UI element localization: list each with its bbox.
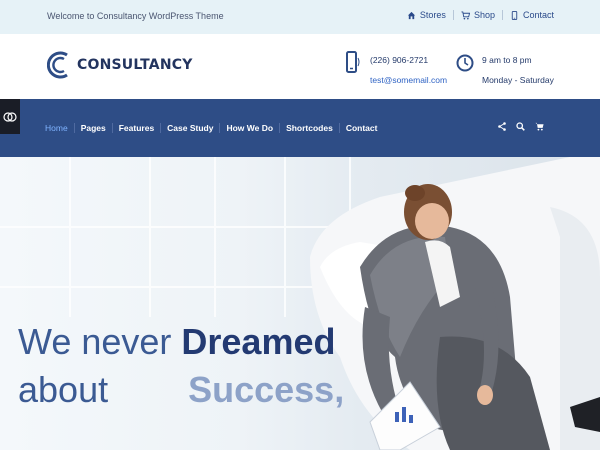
- business-hours: 9 am to 8 pm Monday - Saturday: [456, 50, 554, 90]
- nav-item-home[interactable]: Home: [45, 123, 75, 133]
- headline-thin-1: We never: [18, 321, 182, 362]
- contact-label: Contact: [522, 10, 554, 20]
- nav-menu: Home Pages Features Case Study How We Do…: [45, 123, 383, 133]
- hero-photo-businesswoman: [310, 157, 600, 450]
- contact-info: (226) 906-2721 test@somemail.com: [346, 50, 447, 90]
- headline-bold-2: Success,: [188, 369, 345, 410]
- phone-number[interactable]: (226) 906-2721: [370, 50, 447, 70]
- cart-icon: [461, 10, 470, 19]
- contact-link[interactable]: Contact: [510, 10, 554, 20]
- welcome-text: Welcome to Consultancy WordPress Theme: [47, 11, 224, 21]
- email-link[interactable]: test@somemail.com: [370, 70, 447, 90]
- headline-thin-2: about: [18, 369, 109, 410]
- site-header: CONSULTANCY (226) 906-2721 test@somemail…: [0, 34, 600, 99]
- nav-item-features[interactable]: Features: [113, 123, 162, 133]
- shop-link[interactable]: Shop: [461, 10, 495, 20]
- hero-headline: We never Dreamed about Success,: [18, 322, 344, 410]
- side-panel-toggle[interactable]: [0, 99, 20, 134]
- nav-item-case-study[interactable]: Case Study: [161, 123, 221, 133]
- top-links: Stores Shop Contact: [407, 10, 554, 20]
- phone-icon: [511, 10, 518, 20]
- hours-text: 9 am to 8 pm: [482, 55, 532, 65]
- hero-banner: We never Dreamed about Success,: [0, 157, 600, 450]
- search-icon[interactable]: [516, 122, 525, 131]
- nav-item-pages[interactable]: Pages: [75, 123, 113, 133]
- nav-icons: [498, 122, 544, 131]
- nav-item-contact[interactable]: Contact: [340, 123, 384, 133]
- stores-link[interactable]: Stores: [407, 10, 446, 20]
- nav-item-how-we-do[interactable]: How We Do: [220, 123, 281, 133]
- clock-icon: [456, 54, 474, 72]
- logo-mark-icon: [47, 51, 68, 79]
- logo-text: CONSULTANCY: [77, 57, 193, 73]
- days-text: Monday - Saturday: [482, 75, 554, 85]
- headline-bold-1: Dreamed: [181, 321, 336, 362]
- home-icon: [407, 11, 416, 19]
- main-navigation: Home Pages Features Case Study How We Do…: [0, 99, 600, 157]
- divider: [452, 10, 454, 20]
- divider: [501, 10, 503, 20]
- mobile-phone-icon: [346, 51, 360, 73]
- share-icon[interactable]: [498, 122, 506, 131]
- top-bar: Welcome to Consultancy WordPress Theme S…: [0, 0, 600, 34]
- stores-label: Stores: [419, 10, 446, 20]
- toggle-icon: [3, 111, 17, 122]
- nav-item-shortcodes[interactable]: Shortcodes: [280, 123, 340, 133]
- site-logo[interactable]: CONSULTANCY: [47, 47, 193, 83]
- shop-label: Shop: [473, 10, 495, 20]
- cart-icon[interactable]: [535, 122, 544, 131]
